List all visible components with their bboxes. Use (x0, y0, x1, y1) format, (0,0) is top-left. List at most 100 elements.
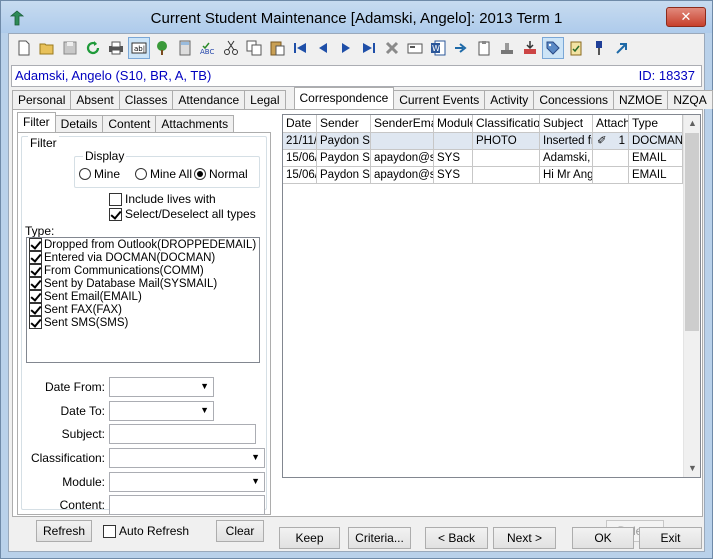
include-lives-with-checkbox[interactable]: Include lives with (109, 192, 216, 206)
checklist-icon[interactable] (565, 37, 587, 59)
cell-subject: Hi Mr Ange (540, 167, 593, 184)
type-checkbox[interactable] (29, 238, 42, 251)
paste-icon[interactable] (266, 37, 288, 59)
subtab-details[interactable]: Details (54, 115, 104, 132)
radio-mine-button[interactable] (79, 168, 91, 180)
calculator-icon[interactable] (174, 37, 196, 59)
include-lives-with-label: Include lives with (125, 192, 216, 206)
tree-icon[interactable] (151, 37, 173, 59)
next-button[interactable]: Next > (493, 527, 556, 549)
stamp-icon[interactable] (496, 37, 518, 59)
tab-absent[interactable]: Absent (70, 90, 120, 109)
scroll-up-icon[interactable]: ▲ (684, 115, 701, 132)
card-icon[interactable] (404, 37, 426, 59)
type-item[interactable]: From Communications(COMM) (27, 264, 259, 277)
new-icon[interactable] (13, 37, 35, 59)
tab-concessions[interactable]: Concessions (533, 90, 615, 109)
tab-personal[interactable]: Personal (12, 90, 72, 109)
subtab-filter[interactable]: Filter (17, 112, 56, 132)
type-checkbox[interactable] (29, 251, 42, 264)
cell-sender: Paydon SC (317, 150, 371, 167)
scroll-down-icon[interactable]: ▼ (684, 460, 701, 477)
first-record-icon[interactable] (289, 37, 311, 59)
cut-icon[interactable] (220, 37, 242, 59)
module-dropdown[interactable]: ▼ (109, 472, 265, 492)
next-record-icon[interactable] (335, 37, 357, 59)
date-to-picker[interactable]: ▼ (109, 401, 214, 421)
select-all-types-box[interactable] (109, 207, 122, 221)
type-checkbox[interactable] (29, 303, 42, 316)
pin-icon[interactable] (588, 37, 610, 59)
subtab-attachments[interactable]: Attachments (155, 115, 235, 132)
include-lives-with-box[interactable] (109, 192, 122, 206)
radio-mine-all[interactable]: Mine All (135, 167, 192, 181)
tab-correspondence[interactable]: Correspondence (293, 87, 395, 109)
column-header-classification[interactable]: Classification (473, 115, 540, 133)
close-button[interactable]: ✕ (666, 7, 706, 27)
column-header-subject[interactable]: Subject (540, 115, 593, 133)
open-icon[interactable] (36, 37, 58, 59)
table-row[interactable]: 15/06/ Paydon SC apaydon@sy SYS Adamski,… (283, 150, 683, 167)
table-row[interactable]: 21/11/ Paydon SC PHOTO Inserted fr ✐ 1 D… (283, 133, 683, 150)
criteria-button[interactable]: Criteria... (348, 527, 411, 549)
tab-activity[interactable]: Activity (484, 90, 535, 109)
tab-current-events[interactable]: Current Events (393, 90, 486, 109)
type-item[interactable]: Dropped from Outlook(DROPPEDEMAIL) (27, 238, 259, 251)
import-icon[interactable] (519, 37, 541, 59)
column-header-attach[interactable]: Attach (593, 115, 629, 133)
type-item[interactable]: Sent SMS(SMS) (27, 316, 259, 329)
arrow-icon[interactable] (611, 37, 633, 59)
radio-normal[interactable]: Normal (194, 167, 248, 181)
exit-button[interactable]: Exit (639, 527, 702, 549)
save-icon[interactable] (59, 37, 81, 59)
forward-icon[interactable] (450, 37, 472, 59)
type-item[interactable]: Sent by Database Mail(SYSMAIL) (27, 277, 259, 290)
column-header-type[interactable]: Type (629, 115, 683, 133)
scrollbar-thumb[interactable] (685, 133, 699, 331)
keep-button[interactable]: Keep (279, 527, 340, 549)
radio-normal-label: Normal (209, 167, 248, 181)
previous-record-icon[interactable] (312, 37, 334, 59)
column-header-module[interactable]: Module (434, 115, 473, 133)
subject-input[interactable] (109, 424, 256, 444)
type-checkbox[interactable] (29, 277, 42, 290)
date-from-picker[interactable]: ▼ (109, 377, 214, 397)
content-input[interactable] (109, 495, 265, 515)
type-checkbox[interactable] (29, 264, 42, 277)
radio-mine[interactable]: Mine (79, 167, 120, 181)
print-icon[interactable] (105, 37, 127, 59)
clipboard-icon[interactable] (473, 37, 495, 59)
type-item[interactable]: Sent FAX(FAX) (27, 303, 259, 316)
type-checkbox[interactable] (29, 316, 42, 329)
refresh-icon[interactable] (82, 37, 104, 59)
cell-subject: Adamski, A (540, 150, 593, 167)
classification-dropdown[interactable]: ▼ (109, 448, 265, 468)
select-all-types-checkbox[interactable]: Select/Deselect all types (109, 207, 256, 221)
tab-legal[interactable]: Legal (244, 90, 286, 109)
column-header-date[interactable]: Date (283, 115, 317, 133)
radio-normal-button[interactable] (194, 168, 206, 180)
tab-classes[interactable]: Classes (118, 90, 174, 109)
spellcheck-icon[interactable]: ABC (197, 37, 219, 59)
main-tabs: Personal Absent Classes Attendance Legal… (12, 87, 713, 110)
subtab-content[interactable]: Content (102, 115, 157, 132)
word-icon[interactable]: W (427, 37, 449, 59)
type-item[interactable]: Entered via DOCMAN(DOCMAN) (27, 251, 259, 264)
last-record-icon[interactable] (358, 37, 380, 59)
delete-icon[interactable] (381, 37, 403, 59)
type-checkbox[interactable] (29, 290, 42, 303)
tab-attendance[interactable]: Attendance (172, 90, 246, 109)
radio-mine-all-button[interactable] (135, 168, 147, 180)
textbox-icon[interactable]: ab| (128, 37, 150, 59)
table-row[interactable]: 15/06/ Paydon SC apaydon@sy SYS Hi Mr An… (283, 167, 683, 184)
vertical-scrollbar[interactable]: ▲ ▼ (683, 115, 700, 477)
tag-icon[interactable] (542, 37, 564, 59)
tab-nzqa[interactable]: NZQA (667, 90, 713, 109)
ok-button[interactable]: OK (572, 527, 634, 549)
copy-icon[interactable] (243, 37, 265, 59)
type-item[interactable]: Sent Email(EMAIL) (27, 290, 259, 303)
tab-nzmoe[interactable]: NZMOE (613, 90, 669, 109)
back-button[interactable]: < Back (425, 527, 488, 549)
column-header-sender[interactable]: Sender (317, 115, 371, 133)
column-header-sender-email[interactable]: SenderEmail (371, 115, 434, 133)
